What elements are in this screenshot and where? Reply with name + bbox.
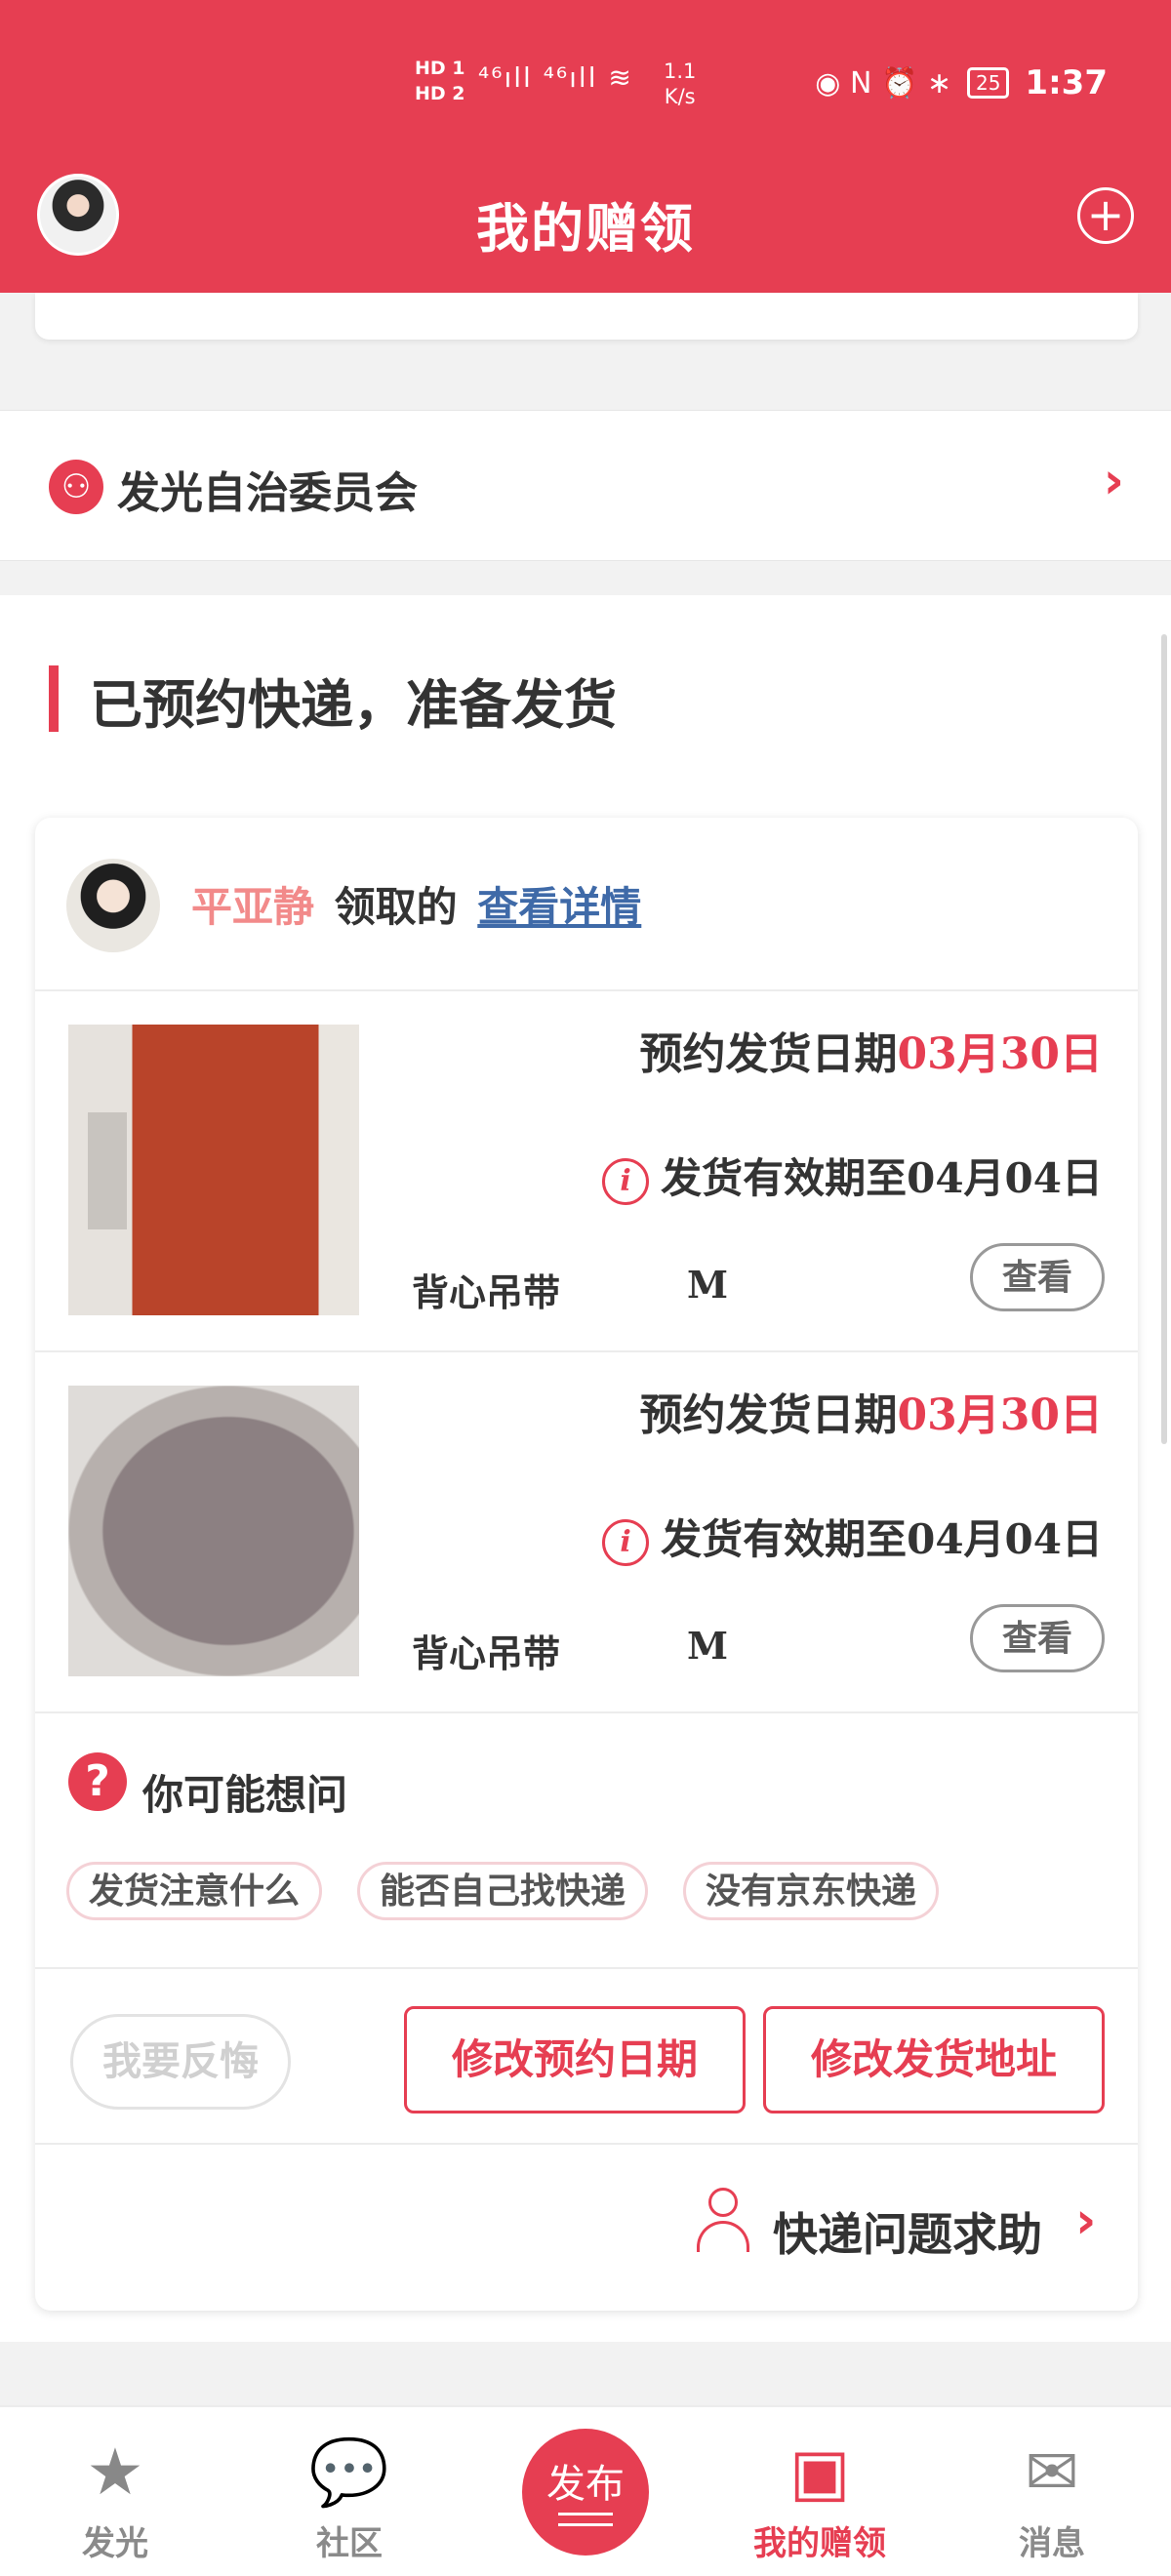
view-details-link[interactable]: 查看详情	[477, 883, 641, 931]
faq-section: ? 你可能想问 发货注意什么 能否自己找快递 没有京东快递	[35, 1713, 1138, 1969]
claimer-name[interactable]: 平亚静	[191, 883, 314, 931]
change-address-button[interactable]: 修改发货地址	[763, 2006, 1105, 2113]
faq-chip-own-courier[interactable]: 能否自己找快递	[357, 1862, 649, 1920]
ship-date: 预约发货日期03月30日	[640, 1380, 1103, 1442]
ship-date-value: 03月30日	[897, 1390, 1103, 1440]
faq-title: 你可能想问	[142, 1771, 348, 1819]
add-icon[interactable]: +	[1077, 187, 1134, 244]
chevron-right-icon: ›	[1075, 2192, 1097, 2250]
valid-until: i 发货有效期至04月04日	[602, 1146, 1103, 1205]
courier-help-row[interactable]: 快递问题求助 ›	[35, 2145, 1138, 2311]
ship-date: 预约发货日期03月30日	[640, 1019, 1103, 1081]
info-icon: i	[602, 1158, 650, 1205]
item-size: M	[687, 1624, 729, 1668]
publish-label: 发布	[546, 2462, 625, 2507]
clock: 1:37	[1025, 63, 1108, 102]
committee-row[interactable]: ⚇ 发光自治委员会 ›	[0, 410, 1171, 561]
view-button[interactable]: 查看	[970, 1243, 1105, 1311]
faq-chip-no-jd[interactable]: 没有京东快递	[683, 1862, 940, 1920]
item-type: 背心吊带	[412, 1270, 561, 1314]
bottom-nav: ★ 发光 💬 社区 发布 ▣ 我的赠领 ✉ 消息	[0, 2405, 1171, 2576]
item-size: M	[687, 1263, 729, 1307]
list-item: 预约发货日期03月30日 i 发货有效期至04月04日 背心吊带 M 查看	[35, 1352, 1138, 1713]
view-button[interactable]: 查看	[970, 1604, 1105, 1672]
chat-icon: 💬	[308, 2435, 390, 2510]
action-bar: 我要反悔 修改预约日期 修改发货地址	[35, 1969, 1138, 2145]
regret-button[interactable]: 我要反悔	[70, 2014, 291, 2110]
ship-date-label: 预约发货日期	[639, 1029, 898, 1079]
item-photo[interactable]	[68, 1386, 359, 1676]
ship-date-label: 预约发货日期	[639, 1390, 898, 1440]
claimer-avatar[interactable]	[66, 859, 160, 952]
courier-help-label: 快递问题求助	[773, 2208, 1042, 2261]
nav-item-faguang[interactable]: ★ 发光	[18, 2407, 213, 2576]
menu-lines-icon	[558, 2513, 613, 2526]
person-icon	[693, 2188, 751, 2256]
info-icon: i	[602, 1519, 650, 1566]
valid-until-text: 发货有效期至04月04日	[661, 1154, 1103, 1202]
nav-label: 我的赠领	[753, 2524, 886, 2563]
claim-header: 平亚静 领取的 查看详情	[35, 818, 1138, 991]
status-icons: ◉ N ⏰ ∗ 25 1:37	[815, 63, 1108, 102]
committee-label: 发光自治委员会	[117, 468, 418, 518]
nav-item-community[interactable]: 💬 社区	[252, 2407, 447, 2576]
claim-text: 平亚静 领取的 查看详情	[191, 874, 641, 934]
app-header: HD 1 HD 2 ⁴⁶ıll ⁴⁶ıll ≋ 1.1 K/s ◉ N ⏰ ∗ …	[0, 0, 1171, 293]
scrollbar[interactable]	[1161, 634, 1167, 1444]
hd-indicator: HD 1 HD 2	[415, 58, 465, 104]
nav-item-messages[interactable]: ✉ 消息	[954, 2407, 1150, 2576]
item-photo[interactable]	[68, 1025, 359, 1315]
item-type: 背心吊带	[412, 1631, 561, 1675]
ship-date-value: 03月30日	[897, 1029, 1103, 1079]
battery-icon: 25	[966, 67, 1010, 99]
status-icons-group: ◉ N ⏰ ∗	[815, 65, 951, 101]
cards-icon: ▣	[788, 2435, 851, 2510]
network-speed: 1.1 K/s	[664, 60, 697, 108]
claim-verb: 领取的	[334, 883, 458, 931]
previous-card	[35, 293, 1138, 340]
shipping-section: 已预约快递，准备发货 平亚静 领取的 查看详情 预约发货日期03月30日 i 发货…	[0, 595, 1171, 2342]
nav-item-my-gifts[interactable]: ▣ 我的赠领	[722, 2407, 917, 2576]
question-icon: ?	[68, 1752, 127, 1811]
claim-card: 平亚静 领取的 查看详情 预约发货日期03月30日 i 发货有效期至04月04日 …	[35, 818, 1138, 2311]
change-date-button[interactable]: 修改预约日期	[404, 2006, 746, 2113]
nav-label: 发光	[82, 2524, 148, 2563]
page-title: 我的赠领	[476, 197, 695, 260]
valid-until: i 发货有效期至04月04日	[602, 1507, 1103, 1566]
nav-label: 社区	[316, 2524, 383, 2563]
list-item: 预约发货日期03月30日 i 发货有效期至04月04日 背心吊带 M 查看	[35, 991, 1138, 1352]
publish-button[interactable]: 发布	[522, 2429, 649, 2556]
committee-icon: ⚇	[49, 460, 103, 514]
star-icon: ★	[86, 2435, 144, 2510]
status-bar: HD 1 HD 2 ⁴⁶ıll ⁴⁶ıll ≋ 1.1 K/s ◉ N ⏰ ∗ …	[0, 54, 1171, 122]
chevron-right-icon: ›	[1103, 452, 1124, 510]
nav-label: 消息	[1019, 2524, 1085, 2563]
valid-until-text: 发货有效期至04月04日	[661, 1515, 1103, 1563]
section-accent-bar	[49, 665, 59, 732]
faq-chip-shipping-notes[interactable]: 发货注意什么	[66, 1862, 323, 1920]
faq-chips: 发货注意什么 能否自己找快递 没有京东快递	[66, 1862, 940, 1920]
signal-icon: ⁴⁶ıll ⁴⁶ıll ≋	[478, 61, 633, 94]
section-title: 已预约快递，准备发货	[90, 673, 617, 736]
mail-icon: ✉	[1025, 2435, 1079, 2510]
